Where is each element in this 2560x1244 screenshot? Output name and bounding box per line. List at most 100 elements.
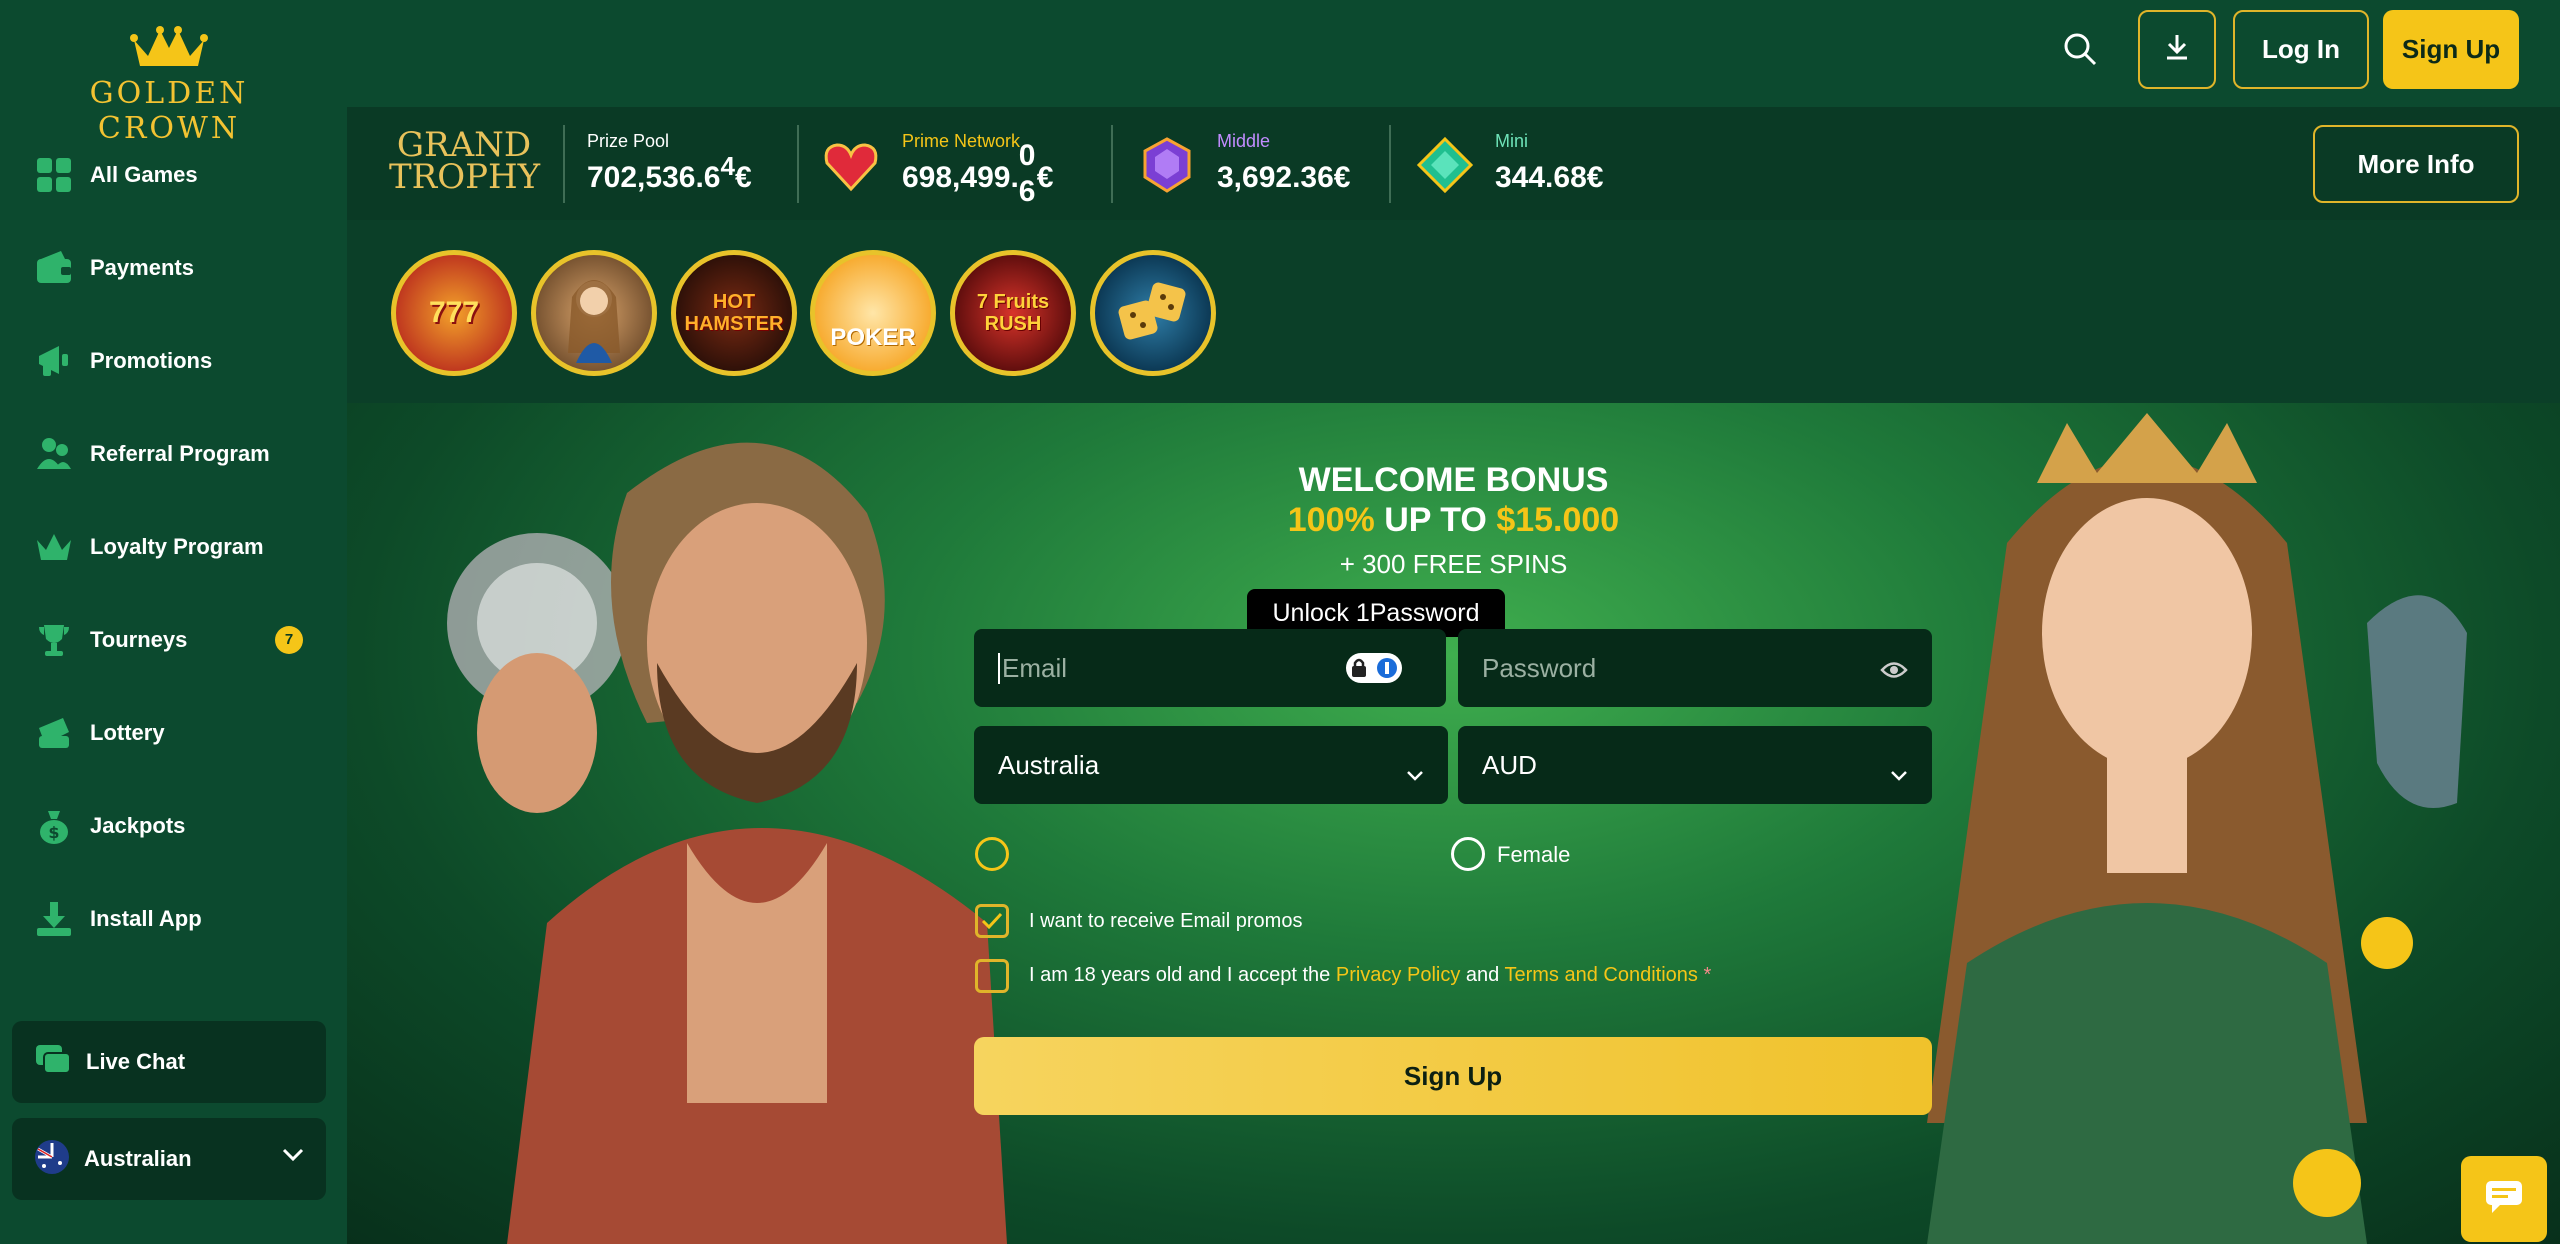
grid-icon	[34, 155, 74, 195]
prime-network-label: Prime Network	[902, 131, 1021, 151]
sidebar-nav: All Games Payments Promotions Referral P…	[0, 128, 347, 965]
game-label: 777	[428, 296, 480, 329]
prize-pool-value: 702,536.64€	[587, 151, 752, 195]
sidebar-item-jackpots[interactable]: $ Jackpots	[0, 779, 347, 872]
game-dice[interactable]	[1090, 250, 1216, 376]
grand-trophy-line2: TROPHY	[389, 157, 541, 197]
chevron-down-icon	[1406, 758, 1424, 789]
terms-prefix: I am 18 years old and I accept the	[1029, 964, 1331, 986]
top-bar: Log In Sign Up	[347, 0, 2560, 107]
rolling-digit-top: 0	[1018, 139, 1036, 172]
gender-male-radio[interactable]	[975, 837, 1009, 871]
privacy-policy-link[interactable]: Privacy Policy	[1336, 964, 1460, 986]
support-chat-button[interactable]	[2461, 1156, 2547, 1242]
mini-value: 344.68€	[1495, 161, 1604, 194]
live-chat-label: Live Chat	[86, 1049, 186, 1074]
bonus-upto: UP TO	[1384, 501, 1487, 539]
currency-select[interactable]: AUD	[1458, 726, 1932, 804]
country-value: Australia	[998, 749, 1100, 780]
sidebar: GOLDEN CROWN All Games Payments Promotio…	[0, 0, 347, 1244]
purple-gem-icon	[1137, 135, 1197, 195]
game-shortcuts: 777 HOT HAMSTER POKER 7 Fruits RUSH	[347, 220, 2560, 403]
terms-text: I am 18 years old and I accept the Priva…	[1029, 964, 1711, 987]
heart-gem-icon	[821, 135, 881, 195]
chevron-down-icon	[282, 1148, 304, 1167]
sidebar-item-label: Payments	[90, 254, 194, 280]
country-select[interactable]: Australia	[974, 726, 1448, 804]
bonus-amount: $15.000	[1496, 501, 1620, 539]
sidebar-item-promotions[interactable]: Promotions	[0, 314, 347, 407]
sidebar-item-tourneys[interactable]: Tourneys 7	[0, 593, 347, 686]
australia-flag-icon	[34, 1139, 70, 1180]
terms-and: and	[1465, 964, 1500, 986]
chevron-down-icon	[1890, 758, 1908, 789]
terms-and-conditions-link[interactable]: Terms and Conditions	[1504, 964, 1697, 986]
sidebar-item-label: Promotions	[90, 347, 213, 373]
download-icon	[34, 899, 74, 939]
email-promos-checkbox[interactable]	[975, 904, 1009, 938]
password-field[interactable]: Password	[1458, 629, 1932, 707]
bonus-percent: 100%	[1287, 501, 1375, 539]
sidebar-item-label: Jackpots	[90, 812, 186, 838]
sidebar-item-all-games[interactable]: All Games	[0, 128, 347, 221]
more-info-button[interactable]: More Info	[2313, 125, 2519, 203]
sidebar-item-lottery[interactable]: Lottery	[0, 686, 347, 779]
golden-crown-logo[interactable]: GOLDEN CROWN	[38, 26, 300, 146]
megaphone-icon	[34, 341, 74, 381]
sidebar-item-label: Referral Program	[90, 440, 270, 466]
sign-up-button[interactable]: Sign Up	[2383, 10, 2519, 89]
live-chat-button[interactable]: Live Chat	[12, 1021, 326, 1103]
gender-female-label: Female	[1497, 842, 1571, 867]
game-777[interactable]: 777	[391, 250, 517, 376]
dice-icon	[1118, 282, 1186, 340]
email-promos-label: I want to receive Email promos	[1029, 910, 1303, 932]
divider	[797, 125, 799, 203]
rolling-digit-bottom: 6	[1018, 175, 1036, 208]
chat-icon	[34, 1043, 72, 1082]
prime-network-value: 698,499. 0 6 €	[902, 139, 1054, 208]
sidebar-item-referral-program[interactable]: Referral Program	[0, 407, 347, 500]
gender-female-radio[interactable]	[1451, 837, 1485, 871]
game-poker[interactable]: POKER	[810, 250, 936, 376]
required-mark: *	[1703, 964, 1712, 986]
green-gem-icon	[1415, 135, 1475, 195]
1password-icon[interactable]	[1346, 653, 1402, 683]
prize-pool-label: Prize Pool	[587, 131, 670, 151]
sidebar-item-payments[interactable]: Payments	[0, 221, 347, 314]
log-in-button[interactable]: Log In	[2233, 10, 2369, 89]
game-hot-hamster[interactable]: HOT HAMSTER	[671, 250, 797, 376]
game-goddess[interactable]	[531, 250, 657, 376]
sidebar-item-install-app[interactable]: Install App	[0, 872, 347, 965]
crown-logo-icon	[130, 26, 208, 66]
check-icon	[981, 912, 1003, 930]
game-fruits-rush[interactable]: 7 Fruits RUSH	[950, 250, 1076, 376]
download-icon	[2164, 33, 2190, 66]
game-label: 7 Fruits RUSH	[976, 291, 1050, 335]
welcome-bonus-title: WELCOME BONUS	[1298, 461, 1609, 499]
sidebar-item-label: All Games	[90, 161, 198, 187]
currency-value: AUD	[1482, 749, 1537, 780]
prize-pool-amount: 702,536.6	[587, 161, 721, 194]
svg-text:$: $	[48, 823, 59, 842]
trophy-icon	[34, 620, 74, 660]
hero-banner: WELCOME BONUS 100% UP TO $15.000 + 300 F…	[347, 403, 2560, 1244]
divider	[1111, 125, 1113, 203]
grand-trophy-logo: GRAND TROPHY	[389, 128, 541, 197]
middle-value: 3,692.36€	[1217, 161, 1351, 194]
divider	[1389, 125, 1391, 203]
email-field[interactable]: Email	[974, 629, 1446, 707]
bonus-offer: 100% UP TO $15.000	[347, 501, 2560, 540]
sidebar-item-label: Loyalty Program	[90, 533, 264, 559]
sidebar-item-label: Tourneys	[90, 626, 188, 652]
game-label: HOT HAMSTER	[684, 291, 784, 335]
language-selector[interactable]: Australian	[12, 1118, 326, 1200]
eye-icon[interactable]	[1880, 657, 1908, 688]
mini-label: Mini	[1495, 131, 1529, 151]
terms-checkbox[interactable]	[975, 959, 1009, 993]
users-icon	[34, 434, 74, 474]
sign-up-submit-button[interactable]: Sign Up	[974, 1037, 1932, 1115]
sidebar-item-loyalty-program[interactable]: Loyalty Program	[0, 500, 347, 593]
prime-network-currency: €	[1036, 161, 1054, 194]
download-app-button[interactable]	[2138, 10, 2216, 89]
search-icon[interactable]	[2063, 32, 2097, 71]
